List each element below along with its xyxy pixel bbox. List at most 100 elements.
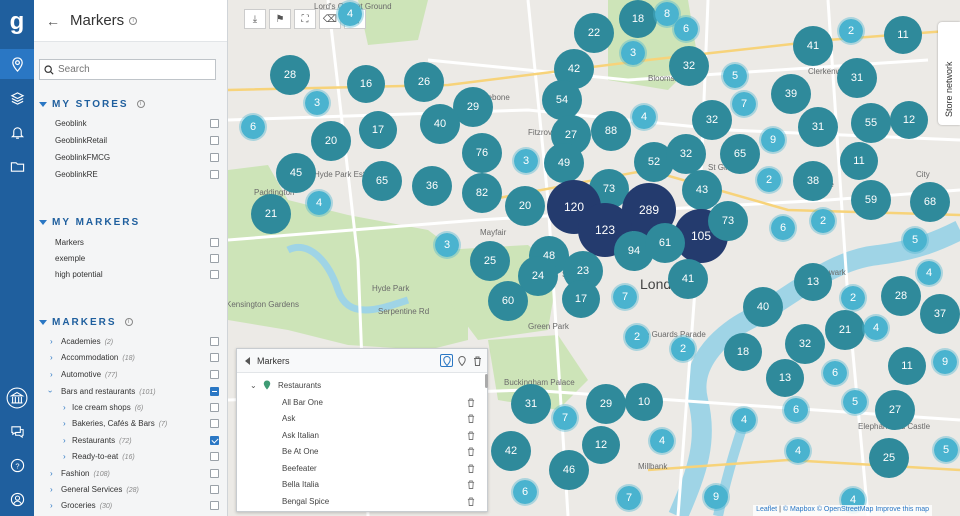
chevron-right-icon[interactable]: › [50, 370, 53, 379]
draw-pin-tool-icon[interactable]: ⤓ [244, 9, 266, 29]
marker-cluster[interactable]: 9 [759, 126, 787, 154]
marker-cluster[interactable]: 2 [839, 284, 867, 312]
marker-cluster[interactable]: 11 [840, 142, 878, 180]
chevron-right-icon[interactable]: › [63, 403, 66, 412]
checkbox[interactable] [210, 435, 219, 445]
marker-cluster[interactable]: 21 [251, 194, 291, 234]
marker-cluster[interactable]: 5 [721, 62, 749, 90]
marker-cluster[interactable]: 61 [645, 223, 685, 263]
marker-cluster[interactable]: 12 [582, 426, 620, 464]
chevron-down-icon[interactable]: › [46, 390, 55, 393]
marker-cluster[interactable]: 32 [785, 324, 825, 364]
marker-cluster[interactable]: 40 [743, 287, 783, 327]
trash-icon[interactable] [467, 414, 475, 423]
checkbox[interactable] [210, 169, 219, 179]
marker-cluster[interactable]: 2 [623, 323, 651, 351]
marker-cluster[interactable]: 3 [512, 147, 540, 175]
chevron-right-icon[interactable]: › [63, 452, 66, 461]
marker-cluster[interactable]: 11 [888, 347, 926, 385]
chevron-right-icon[interactable]: › [50, 485, 53, 494]
trash-icon[interactable] [467, 398, 475, 407]
category-row-general-services[interactable]: › General Services (28) [34, 481, 227, 497]
marker-cluster[interactable]: 73 [708, 201, 748, 241]
checkbox[interactable] [210, 118, 219, 128]
store-network-tab[interactable]: Store network [938, 22, 960, 125]
marker-cluster[interactable]: 28 [270, 55, 310, 95]
geoblink-logo[interactable]: g [6, 8, 28, 36]
marker-cluster[interactable]: 2 [755, 166, 783, 194]
checkbox[interactable] [210, 369, 219, 379]
pin-filter-icon[interactable] [440, 354, 453, 367]
marker-cluster[interactable]: 6 [769, 214, 797, 242]
marker-list-item[interactable]: Bella Italia [237, 477, 482, 493]
category-row-groceries[interactable]: › Groceries (30) [34, 497, 227, 513]
checkbox[interactable] [210, 237, 219, 247]
category-row-academies[interactable]: › Academies (2) [34, 333, 227, 349]
marker-cluster[interactable]: 31 [798, 107, 838, 147]
marker-cluster[interactable]: 21 [825, 310, 865, 350]
marker-cluster[interactable]: 82 [462, 173, 502, 213]
category-row-automotive[interactable]: › Automotive (77) [34, 366, 227, 382]
trash-icon[interactable] [467, 497, 475, 506]
marker-cluster[interactable]: 65 [362, 161, 402, 201]
marker-cluster[interactable]: 16 [347, 65, 385, 103]
search-box[interactable] [39, 59, 216, 80]
marker-cluster[interactable]: 42 [491, 431, 531, 471]
checkbox[interactable] [210, 269, 219, 279]
user-nav-icon[interactable] [0, 484, 34, 514]
pin-add-icon[interactable] [455, 354, 468, 367]
chat-nav-icon[interactable] [0, 416, 34, 446]
subcategory-row-bakeries[interactable]: › Bakeries, Cafés & Bars (7) [34, 415, 227, 431]
marker-cluster[interactable]: 59 [851, 180, 891, 220]
subcategory-row-ice-cream[interactable]: › Ice cream shops (6) [34, 399, 227, 415]
checkbox[interactable] [210, 451, 219, 461]
marker-cluster[interactable]: 20 [311, 121, 351, 161]
chevron-right-icon[interactable]: › [63, 436, 66, 445]
marker-cluster[interactable]: 29 [586, 384, 626, 424]
checkbox[interactable] [210, 352, 219, 362]
trash-icon[interactable] [467, 431, 475, 440]
marker-cluster[interactable]: 27 [875, 390, 915, 430]
marker-cluster[interactable]: 4 [630, 103, 658, 131]
marker-cluster[interactable]: 4 [648, 427, 676, 455]
layers-nav-icon[interactable] [0, 83, 34, 113]
my-stores-header[interactable]: MY STORES i [34, 97, 227, 111]
marker-list-item[interactable]: Beefeater [237, 460, 482, 476]
marker-cluster[interactable]: 22 [574, 13, 614, 53]
marker-cluster[interactable]: 41 [793, 26, 833, 66]
fullscreen-tool-icon[interactable]: ⛶ [294, 9, 316, 29]
marker-cluster[interactable]: 25 [470, 241, 510, 281]
map-pin-nav-icon[interactable] [0, 49, 34, 79]
back-arrow-icon[interactable]: ← [46, 13, 60, 29]
marker-cluster[interactable]: 31 [837, 58, 877, 98]
marker-cluster[interactable]: 32 [666, 134, 706, 174]
category-row-bars-restaurants[interactable]: › Bars and restaurants (101) [34, 383, 227, 399]
chevron-right-icon[interactable]: › [50, 501, 53, 510]
marker-cluster[interactable]: 25 [869, 438, 909, 478]
marker-cluster[interactable]: 68 [910, 182, 950, 222]
marker-cluster[interactable]: 6 [511, 478, 539, 506]
checkbox[interactable] [210, 500, 219, 510]
improve-map-link[interactable]: Improve this map [875, 506, 929, 513]
checkbox[interactable] [210, 135, 219, 145]
checkbox[interactable] [210, 386, 219, 396]
checkbox[interactable] [210, 253, 219, 263]
marker-cluster[interactable]: 5 [841, 388, 869, 416]
trash-icon[interactable] [467, 480, 475, 489]
marker-cluster[interactable]: 65 [720, 134, 760, 174]
flag-tool-icon[interactable]: ⚑ [269, 9, 291, 29]
marker-cluster[interactable]: 55 [851, 103, 891, 143]
marker-cluster[interactable]: 76 [462, 133, 502, 173]
marker-cluster[interactable]: 38 [793, 161, 833, 201]
checkbox[interactable] [210, 402, 219, 412]
subcategory-row-ready-to-eat[interactable]: › Ready-to-eat (16) [34, 448, 227, 464]
marker-cluster[interactable]: 41 [668, 259, 708, 299]
marker-cluster[interactable]: 3 [433, 231, 461, 259]
marker-cluster[interactable]: 9 [931, 348, 959, 376]
marker-cluster[interactable]: 28 [881, 276, 921, 316]
chevron-right-icon[interactable]: › [50, 469, 53, 478]
markers-header[interactable]: MARKERS i [34, 315, 227, 329]
marker-cluster[interactable]: 4 [305, 189, 333, 217]
info-icon[interactable]: i [129, 16, 138, 25]
marker-list-item[interactable]: Be At One [237, 444, 482, 460]
